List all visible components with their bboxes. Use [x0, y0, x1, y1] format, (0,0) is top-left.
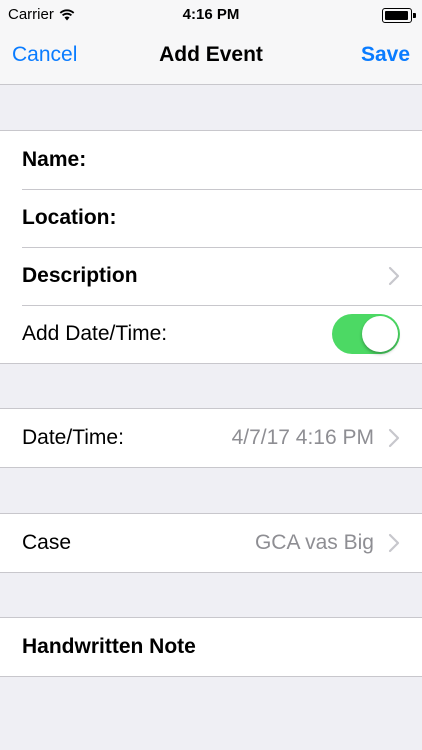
case-row[interactable]: Case GCA vas Big — [0, 514, 422, 572]
case-value: GCA vas Big — [254, 531, 374, 554]
chevron-right-icon — [388, 266, 400, 286]
add-datetime-label: Add Date/Time: — [22, 322, 168, 345]
save-button[interactable]: Save — [361, 43, 410, 67]
status-bar: Carrier 4:16 PM — [0, 0, 422, 30]
datetime-section: Date/Time: 4/7/17 4:16 PM — [0, 408, 422, 468]
description-row[interactable]: Description — [0, 247, 422, 305]
datetime-row[interactable]: Date/Time: 4/7/17 4:16 PM — [0, 409, 422, 467]
name-label: Name: — [22, 148, 87, 171]
case-section: Case GCA vas Big — [0, 513, 422, 573]
cancel-button[interactable]: Cancel — [12, 43, 77, 67]
add-datetime-row: Add Date/Time: — [0, 305, 422, 363]
navigation-bar: Cancel Add Event Save — [0, 30, 422, 85]
datetime-value: 4/7/17 4:16 PM — [231, 426, 374, 449]
datetime-label: Date/Time: — [22, 426, 124, 449]
chevron-right-icon — [388, 533, 400, 553]
event-details-section: Name: Location: Description Add Date/Tim… — [0, 130, 422, 364]
handwritten-note-row[interactable]: Handwritten Note — [0, 618, 422, 676]
location-label: Location: — [22, 206, 117, 229]
name-field[interactable]: Name: — [0, 131, 422, 189]
status-time: 4:16 PM — [182, 6, 240, 23]
location-field[interactable]: Location: — [0, 189, 422, 247]
case-label: Case — [22, 531, 72, 554]
note-section: Handwritten Note — [0, 617, 422, 677]
toggle-knob — [362, 316, 398, 352]
add-datetime-toggle[interactable] — [332, 314, 400, 354]
chevron-right-icon — [388, 428, 400, 448]
handwritten-note-label: Handwritten Note — [22, 635, 196, 658]
battery-icon — [382, 8, 416, 23]
description-label: Description — [22, 264, 138, 287]
